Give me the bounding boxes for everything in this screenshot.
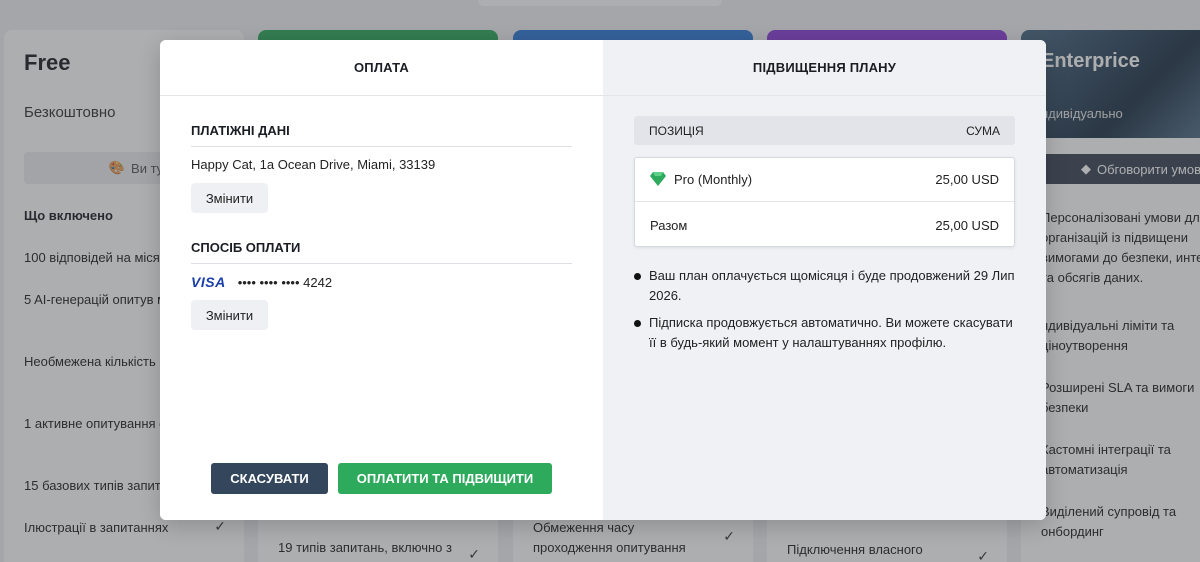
cancel-button[interactable]: СКАСУВАТИ: [211, 463, 328, 494]
table-row-total: Разом 25,00 USD: [635, 203, 1014, 247]
visa-icon: VISA: [191, 274, 226, 290]
pay-and-upgrade-button[interactable]: ОПЛАТИТИ ТА ПІДВИЩИТИ: [338, 463, 552, 494]
auto-renew-note: Підписка продовжується автоматично. Ви м…: [634, 313, 1019, 353]
note-text: Підписка продовжується автоматично. Ви м…: [649, 315, 1013, 350]
summary-table: Pro (Monthly) 25,00 USD Разом 25,00 USD: [634, 157, 1015, 247]
upgrade-panel: ПІДВИЩЕННЯ ПЛАНУ ПОЗИЦІЯ СУМА Pro (Month…: [603, 40, 1046, 520]
checkout-modal: ОПЛАТА ПЛАТІЖНІ ДАНІ Happy Cat, 1a Ocean…: [160, 40, 1046, 520]
renewal-note: Ваш план оплачується щомісяця і буде про…: [634, 266, 1019, 306]
note-text: Ваш план оплачується щомісяця і буде про…: [649, 268, 1015, 303]
bullet-icon: [634, 273, 641, 280]
payment-panel-title: ОПЛАТА: [160, 40, 603, 96]
item-price: 25,00 USD: [935, 172, 999, 187]
billing-heading: ПЛАТІЖНІ ДАНІ: [191, 123, 572, 147]
change-payment-button[interactable]: Змінити: [191, 300, 268, 330]
change-billing-button[interactable]: Змінити: [191, 183, 268, 213]
column-sum: СУМА: [966, 123, 1000, 138]
summary-table-header: ПОЗИЦІЯ СУМА: [634, 116, 1015, 145]
bullet-icon: [634, 320, 641, 327]
total-label: Разом: [650, 217, 688, 233]
card-info: VISA •••• •••• •••• 4242: [191, 274, 332, 290]
upgrade-panel-title: ПІДВИЩЕННЯ ПЛАНУ: [603, 40, 1046, 96]
item-name: Pro (Monthly): [674, 172, 753, 187]
billing-address: Happy Cat, 1a Ocean Drive, Miami, 33139: [191, 157, 436, 172]
card-number: •••• •••• •••• 4242: [237, 274, 333, 290]
gem-icon: [650, 172, 666, 186]
payment-method-heading: СПОСІБ ОПЛАТИ: [191, 240, 572, 264]
table-row: Pro (Monthly) 25,00 USD: [635, 158, 1014, 202]
column-item: ПОЗИЦІЯ: [649, 123, 704, 138]
payment-panel: ОПЛАТА ПЛАТІЖНІ ДАНІ Happy Cat, 1a Ocean…: [160, 40, 603, 520]
total-price: 25,00 USD: [935, 217, 999, 233]
item-cell: Pro (Monthly): [650, 172, 752, 187]
